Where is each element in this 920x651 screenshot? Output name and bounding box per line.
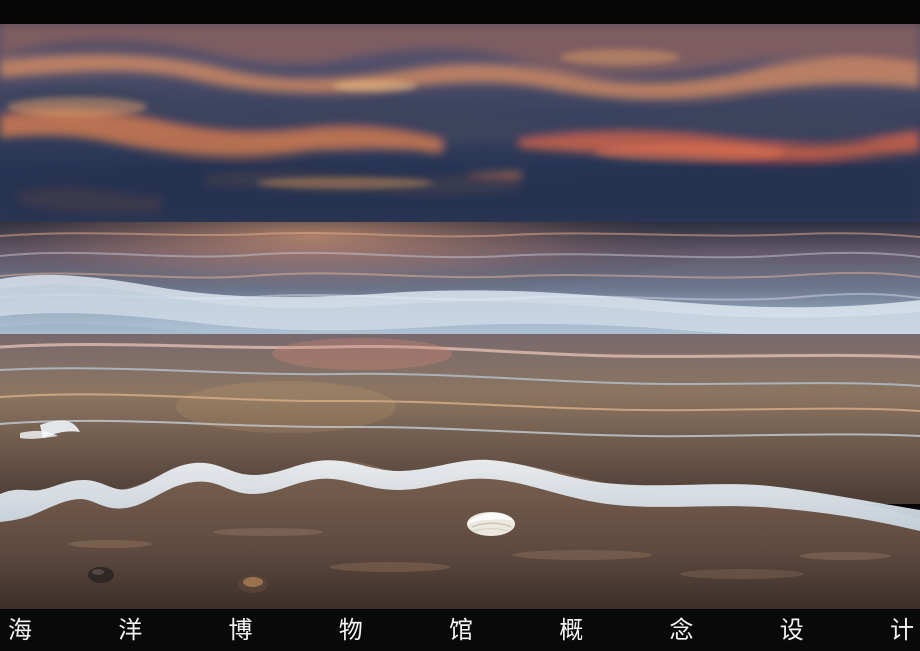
caption-char-4: 物 bbox=[338, 616, 363, 644]
top-border bbox=[0, 0, 920, 24]
caption-char-2: 洋 bbox=[118, 616, 143, 644]
caption-char-6: 概 bbox=[559, 616, 584, 644]
caption-char-7: 念 bbox=[669, 616, 694, 644]
pebble-icon bbox=[238, 575, 268, 593]
caption-bar: 海 洋 博 物 馆 概 念 设 计 bbox=[0, 609, 920, 651]
caption-char-3: 博 bbox=[228, 616, 253, 644]
rock-icon bbox=[88, 567, 114, 583]
caption-char-9: 计 bbox=[890, 616, 914, 644]
seascape-artwork bbox=[0, 24, 920, 609]
caption-char-5: 馆 bbox=[449, 616, 473, 644]
seascape-photo bbox=[0, 24, 920, 609]
caption-char-1: 海 bbox=[8, 616, 32, 644]
caption-char-8: 设 bbox=[779, 616, 804, 644]
image-frame: 海 洋 博 物 馆 概 念 设 计 bbox=[0, 0, 920, 651]
seashell-icon bbox=[467, 512, 515, 536]
